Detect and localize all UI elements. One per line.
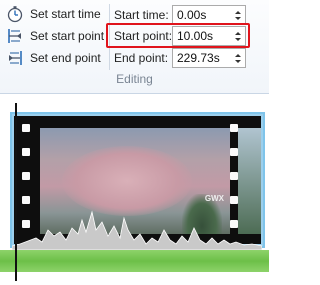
set-start-point-icon (8, 29, 21, 43)
start-time-label: Start time: (114, 8, 169, 22)
spin-down-icon[interactable] (235, 16, 241, 20)
set-end-point-icon (9, 51, 22, 65)
sprocket-hole (22, 148, 30, 156)
ribbon-group-label: Editing (116, 72, 153, 86)
audio-waveform (12, 210, 262, 250)
playhead-indicator[interactable] (15, 103, 17, 281)
spin-arrows[interactable] (231, 49, 245, 67)
audio-track[interactable] (0, 250, 269, 272)
end-point-value[interactable]: 229.73s (173, 49, 231, 67)
set-end-point-button[interactable]: Set end point (6, 48, 101, 68)
spin-up-icon[interactable] (235, 53, 241, 57)
spin-arrows[interactable] (231, 6, 245, 24)
set-start-time-button[interactable]: Set start time (6, 4, 101, 24)
set-end-point-label: Set end point (30, 51, 101, 65)
spin-up-icon[interactable] (235, 10, 241, 14)
set-start-point-label: Set start point (30, 29, 105, 43)
sprocket-hole (230, 172, 238, 180)
spin-down-icon[interactable] (235, 59, 241, 63)
end-point-spinner[interactable]: 229.73s (172, 48, 246, 68)
start-point-highlight-box (106, 23, 250, 48)
start-time-spinner[interactable]: 0.00s (172, 5, 246, 25)
sprocket-hole (230, 124, 238, 132)
sprocket-hole (230, 148, 238, 156)
stopwatch-icon (7, 6, 23, 23)
end-point-label: End point: (114, 51, 169, 65)
sprocket-hole (22, 172, 30, 180)
set-start-time-label: Set start time (30, 7, 101, 21)
sprocket-hole (22, 124, 30, 132)
set-start-point-button[interactable]: Set start point (6, 26, 104, 46)
start-time-value[interactable]: 0.00s (173, 6, 231, 24)
editing-ribbon-group: Set start time Set start point Set end p… (0, 0, 269, 94)
